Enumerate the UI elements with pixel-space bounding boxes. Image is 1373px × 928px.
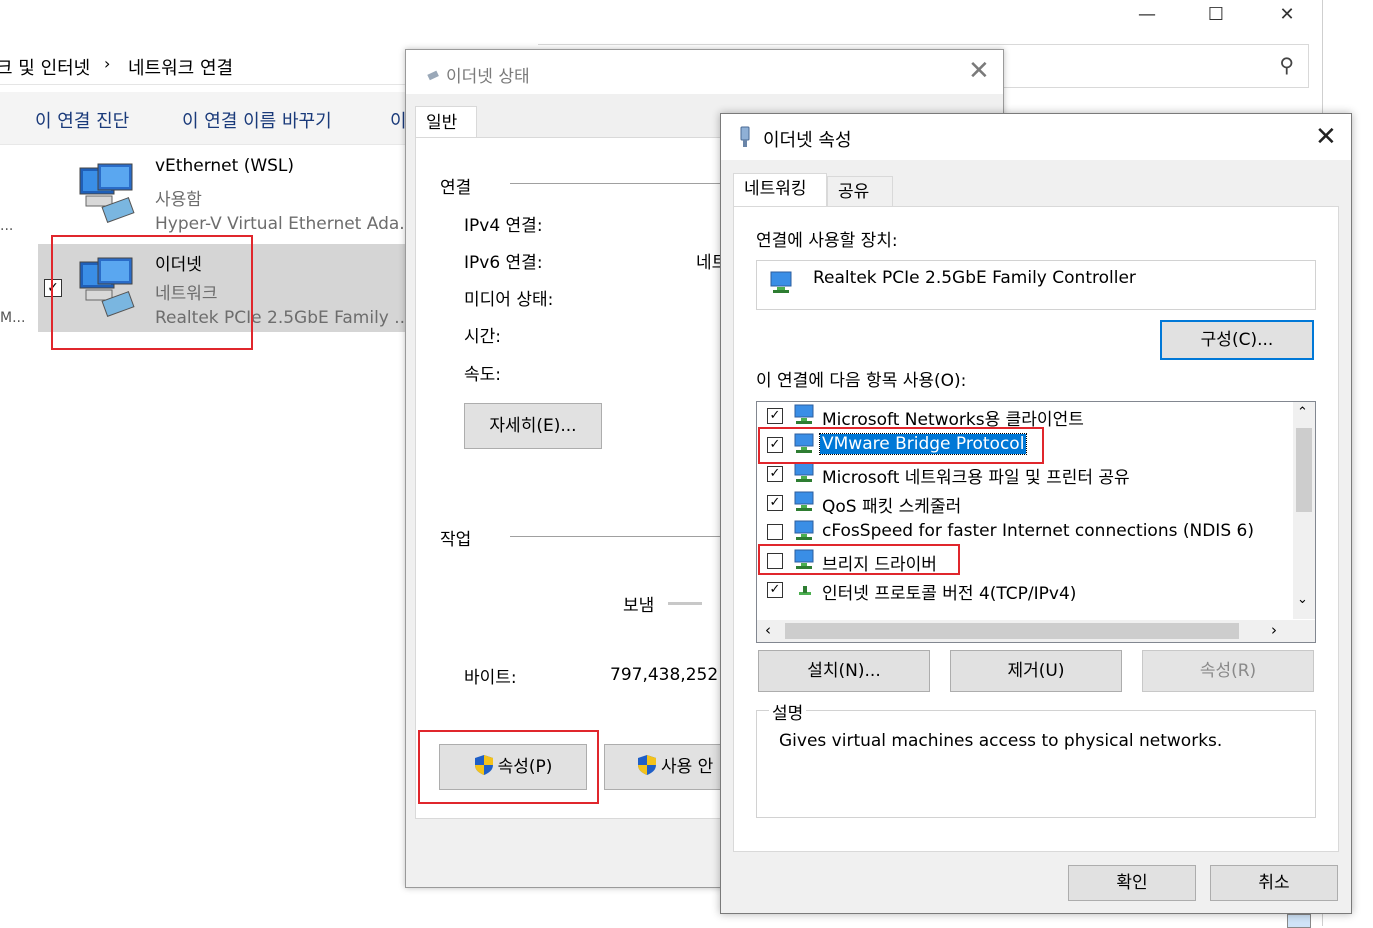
highlight-box — [418, 730, 599, 804]
details-button[interactable]: 자세히(E)... — [464, 403, 602, 449]
protocol-icon — [799, 586, 811, 595]
component-checkbox[interactable]: ✓ — [767, 582, 783, 598]
address-bar[interactable]: 크 및 인터넷 › 네트워크 연결 — [0, 44, 406, 85]
component-row[interactable]: ✓ Microsoft 네트워크용 파일 및 프린터 공유 — [757, 460, 1287, 488]
network-component-icon — [794, 462, 814, 482]
bytes-sent-value: 797,438,252 — [610, 665, 719, 685]
install-button[interactable]: 설치(N)... — [758, 650, 930, 692]
section-divider — [510, 183, 740, 184]
scrollbar-thumb[interactable] — [785, 623, 1239, 639]
description-text: Gives virtual machines access to physica… — [779, 731, 1223, 751]
network-component-icon — [794, 520, 814, 540]
dialog-titlebar: 이더넷 속성 ✕ — [721, 114, 1351, 160]
network-cable-icon — [427, 70, 439, 81]
disable-button[interactable]: 사용 안 — [604, 744, 724, 790]
network-adapter-icon — [770, 271, 792, 293]
description-label: 설명 — [769, 699, 807, 724]
scroll-right-icon[interactable]: › — [1271, 621, 1277, 639]
components-label: 이 연결에 다음 항목 사용(O): — [756, 371, 967, 391]
scroll-down-icon[interactable]: ⌄ — [1297, 592, 1308, 607]
media-state-label: 미디어 상태: — [464, 290, 554, 310]
ok-button[interactable]: 확인 — [1068, 865, 1196, 901]
rename-connection-command[interactable]: 이 연결 이름 바꾸기 — [182, 107, 332, 133]
component-properties-button[interactable]: 속성(R) — [1142, 650, 1314, 692]
speed-label: 속도: — [464, 365, 502, 385]
vertical-scrollbar[interactable]: ⌃ ⌄ — [1293, 402, 1315, 619]
breadcrumb-parent[interactable]: 크 및 인터넷 — [0, 54, 90, 80]
sent-label: 보냄 — [623, 596, 655, 616]
tab-general[interactable]: 일반 — [415, 106, 477, 138]
connect-using-label: 연결에 사용할 장치: — [756, 231, 898, 251]
connection-name: vEthernet (WSL) — [155, 156, 295, 176]
component-row[interactable]: ✓ Microsoft Networks용 클라이언트 — [757, 402, 1287, 430]
scroll-left-icon[interactable]: ‹ — [765, 621, 771, 639]
uac-shield-icon — [638, 755, 656, 775]
highlight-box — [758, 427, 1044, 464]
section-divider — [510, 536, 740, 537]
close-button[interactable]: ✕ — [1264, 2, 1310, 28]
network-component-icon — [794, 404, 814, 424]
component-name: Microsoft 네트워크용 파일 및 프린터 공유 — [822, 468, 1130, 488]
connection-item-vethernet[interactable]: vEthernet (WSL) 사용함 Hyper-V Virtual Ethe… — [38, 150, 406, 238]
ethernet-properties-dialog: 이더넷 속성 ✕ 네트워킹 공유 연결에 사용할 장치: Realtek PCI… — [720, 113, 1352, 914]
close-icon[interactable]: ✕ — [968, 56, 990, 86]
component-name: cFosSpeed for faster Internet connection… — [822, 521, 1254, 541]
configure-button[interactable]: 구성(C)... — [1160, 320, 1314, 360]
sent-indicator — [668, 602, 702, 605]
bytes-label: 바이트: — [464, 668, 517, 688]
left-column-text: ... — [0, 218, 14, 234]
duration-label: 시간: — [464, 327, 502, 347]
network-plug-icon — [740, 126, 750, 147]
component-name: QoS 패킷 스케줄러 — [822, 497, 962, 517]
network-component-icon — [794, 491, 814, 511]
ipv6-label: IPv6 연결: — [464, 253, 543, 273]
diagnose-connection-command[interactable]: 이 연결 진단 — [35, 107, 129, 133]
description-group: 설명 Gives virtual machines access to phys… — [756, 699, 1316, 818]
connection-device: Hyper-V Virtual Ethernet Ada... — [155, 214, 405, 234]
component-name: 인터넷 프로토콜 버전 4(TCP/IPv4) — [822, 584, 1077, 604]
close-icon[interactable]: ✕ — [1315, 122, 1337, 152]
network-adapter-icon — [79, 163, 135, 223]
adapter-box: Realtek PCIe 2.5GbE Family Controller — [756, 260, 1316, 310]
component-row[interactable]: ✓ QoS 패킷 스케줄러 — [757, 489, 1287, 517]
horizontal-scrollbar[interactable]: ‹ › — [757, 620, 1315, 642]
breadcrumb-current[interactable]: 네트워크 연결 — [128, 54, 233, 80]
dialog-title: 이더넷 속성 — [763, 130, 852, 151]
highlight-box — [51, 235, 253, 350]
scrollbar-thumb[interactable] — [1296, 428, 1312, 512]
dialog-titlebar: 이더넷 상태 ✕ — [406, 50, 1003, 94]
component-row[interactable]: cFosSpeed for faster Internet connection… — [757, 518, 1287, 546]
command-bar: 이 연결 진단 이 연결 이름 바꾸기 이 — [0, 92, 407, 145]
left-column-text: M... — [0, 310, 26, 326]
component-checkbox[interactable]: ✓ — [767, 408, 783, 424]
breadcrumb-separator-icon: › — [104, 54, 111, 73]
adapter-name: Realtek PCIe 2.5GbE Family Controller — [813, 268, 1136, 288]
scroll-up-icon[interactable]: ⌃ — [1297, 405, 1308, 420]
disable-button-label: 사용 안 — [661, 757, 714, 777]
minimize-button[interactable]: — — [1124, 2, 1170, 28]
activity-section-label: 작업 — [440, 530, 472, 550]
component-checkbox[interactable]: ✓ — [767, 495, 783, 511]
component-checkbox[interactable] — [767, 524, 783, 540]
connection-section-label: 연결 — [440, 178, 472, 198]
search-icon[interactable]: ⚲ — [1279, 53, 1294, 77]
dialog-title: 이더넷 상태 — [446, 67, 530, 87]
maximize-button[interactable]: ☐ — [1193, 2, 1239, 28]
uninstall-button[interactable]: 제거(U) — [950, 650, 1122, 692]
component-row[interactable]: ✓ 인터넷 프로토콜 버전 4(TCP/IPv4) — [757, 576, 1287, 604]
highlight-box — [758, 544, 960, 575]
tab-sharing[interactable]: 공유 — [827, 176, 893, 208]
component-checkbox[interactable]: ✓ — [767, 466, 783, 482]
connection-status: 사용함 — [155, 190, 202, 210]
ipv4-label: IPv4 연결: — [464, 216, 543, 236]
cancel-button[interactable]: 취소 — [1210, 865, 1338, 901]
tab-networking[interactable]: 네트워킹 — [733, 173, 827, 207]
